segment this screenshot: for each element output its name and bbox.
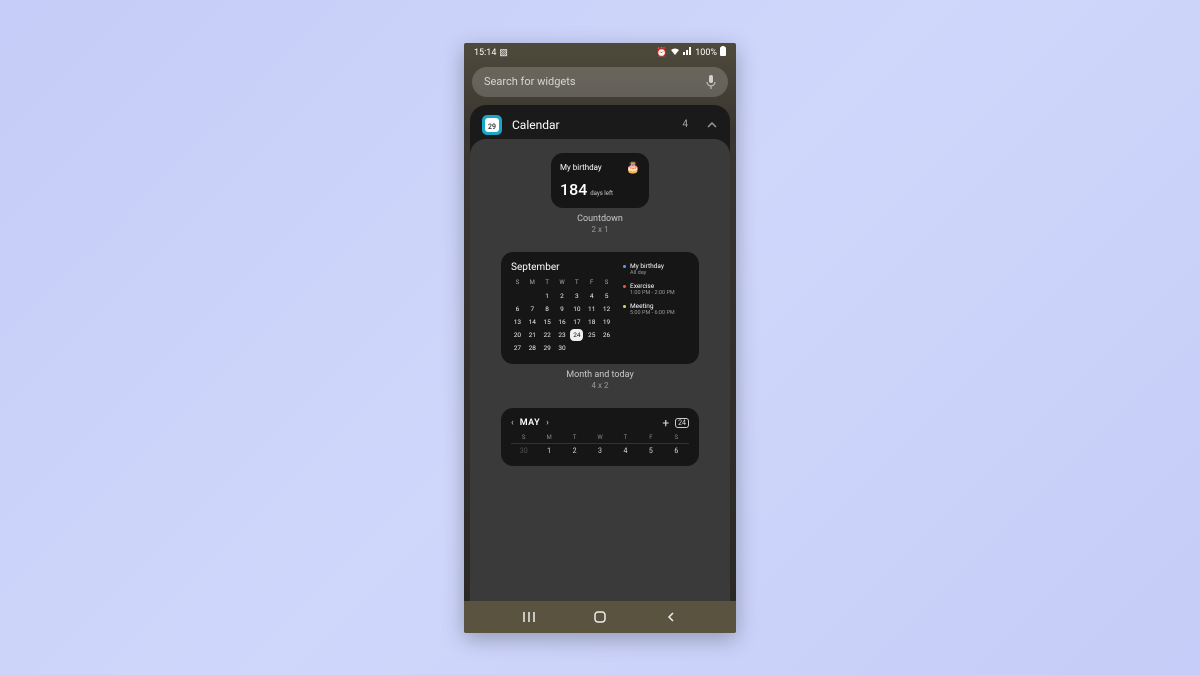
month2-label: MAY: [520, 418, 540, 428]
status-bar: 15:14 ▧ ⏰ 100%: [464, 43, 736, 63]
back-button[interactable]: [662, 608, 680, 626]
calendar-app-icon: 29: [482, 115, 502, 135]
countdown-number: 184: [560, 180, 587, 199]
phone-frame: 15:14 ▧ ⏰ 100% Search for widgets: [464, 43, 736, 633]
event-list: My birthdayAll dayExercise1:00 PM - 2:00…: [621, 262, 689, 354]
mic-icon[interactable]: [706, 75, 716, 89]
prev-month-icon[interactable]: ‹: [511, 418, 514, 428]
section-title: Calendar: [512, 118, 672, 132]
recent-apps-button[interactable]: [520, 608, 538, 626]
countdown-title: My birthday: [560, 163, 602, 172]
nav-bar: [464, 601, 736, 633]
battery-pct: 100%: [695, 48, 717, 58]
month-caption: Month and today 4 x 2: [566, 370, 633, 390]
section-count: 4: [682, 119, 688, 130]
signal-icon: [683, 47, 692, 58]
chevron-up-icon[interactable]: [706, 119, 718, 131]
picture-icon: ▧: [499, 48, 508, 58]
today-icon[interactable]: 24: [675, 418, 689, 428]
wifi-icon: [670, 47, 680, 58]
status-time: 15:14: [474, 48, 496, 58]
widget-countdown[interactable]: My birthday 🎂 184 days left: [551, 153, 649, 208]
month-label: September: [511, 262, 613, 273]
widget-month-today[interactable]: September SMTWTFS12345678910111213141516…: [501, 252, 699, 364]
next-month-icon[interactable]: ›: [546, 418, 549, 428]
add-event-icon[interactable]: +: [662, 416, 669, 430]
section-header[interactable]: 29 Calendar 4: [470, 105, 730, 139]
search-input[interactable]: Search for widgets: [472, 67, 728, 97]
month-grid: SMTWTFS123456789101112131415161718192021…: [511, 277, 613, 354]
widget-month-large[interactable]: ‹ MAY › + 24 SMTWTFS30123456: [501, 408, 699, 466]
battery-icon: [720, 46, 726, 59]
alarm-icon: ⏰: [656, 48, 667, 58]
widget-scroll-area[interactable]: My birthday 🎂 184 days left Countdown 2 …: [470, 139, 730, 601]
search-placeholder: Search for widgets: [484, 75, 706, 88]
home-button[interactable]: [591, 608, 609, 626]
widget-section-card: 29 Calendar 4 My birthday 🎂 184 days lef…: [470, 105, 730, 601]
cake-icon: 🎂: [626, 161, 640, 174]
month2-grid: SMTWTFS30123456: [511, 434, 689, 455]
countdown-caption: Countdown 2 x 1: [577, 214, 623, 234]
countdown-unit: days left: [590, 190, 613, 197]
